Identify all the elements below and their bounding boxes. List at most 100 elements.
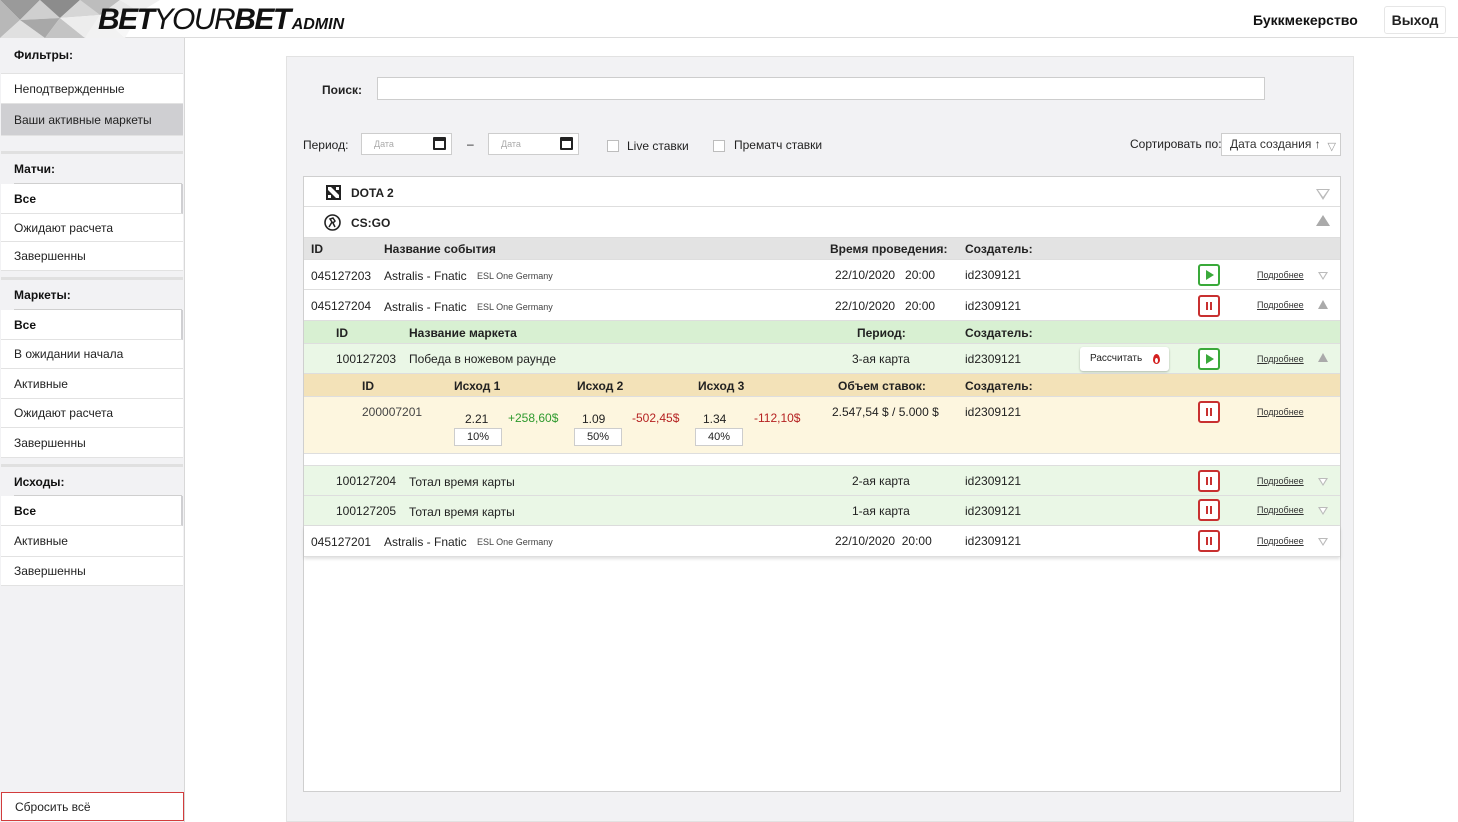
- event-name: Astralis - Fnatic: [384, 535, 467, 549]
- bookmaker-link[interactable]: Буккмекерство: [1253, 12, 1358, 28]
- outcomes-finished[interactable]: Завершенны: [1, 557, 183, 586]
- outcomes-active[interactable]: Активные: [1, 526, 183, 557]
- section-divider: [1, 464, 183, 467]
- details-link[interactable]: Подробнее: [1257, 300, 1304, 310]
- pause-button[interactable]: [1198, 530, 1220, 552]
- date-from-placeholder: Дата: [374, 139, 394, 149]
- section-divider: [1, 151, 183, 154]
- markets-title: Маркеты:: [14, 288, 71, 302]
- matches-awaiting-settlement[interactable]: Ожидают расчета: [1, 214, 183, 242]
- expand-icon[interactable]: [1318, 538, 1328, 546]
- col-outcome-id: ID: [362, 379, 374, 393]
- collapse-icon[interactable]: [1318, 353, 1328, 362]
- play-button[interactable]: [1198, 264, 1220, 286]
- markets-all[interactable]: Все: [1, 310, 183, 340]
- search-input[interactable]: [377, 77, 1265, 100]
- outcome-1-percent[interactable]: 10%: [454, 428, 502, 446]
- sort-value: Дата создания ↑: [1230, 137, 1321, 151]
- market-creator: id2309121: [965, 504, 1022, 518]
- date-to-field[interactable]: Дата: [488, 133, 579, 155]
- date-to-placeholder: Дата: [501, 139, 521, 149]
- details-link[interactable]: Подробнее: [1257, 476, 1304, 486]
- expand-icon[interactable]: [1318, 507, 1328, 515]
- markets-finished[interactable]: Завершенны: [1, 428, 183, 458]
- prematch-bets-checkbox[interactable]: [713, 140, 725, 152]
- collapse-icon[interactable]: [1318, 300, 1328, 309]
- expand-icon[interactable]: [1318, 478, 1328, 486]
- collapse-icon[interactable]: [1316, 215, 1330, 226]
- pause-button[interactable]: [1198, 401, 1220, 423]
- play-button[interactable]: [1198, 348, 1220, 370]
- market-id: 100127205: [336, 504, 397, 518]
- filter-active-markets[interactable]: Ваши активные маркеты: [1, 104, 183, 136]
- sort-select[interactable]: Дата создания ↑ ▽: [1221, 133, 1341, 156]
- markets-active[interactable]: Активные: [1, 369, 183, 399]
- event-datetime: 22/10/2020 20:00: [835, 268, 936, 282]
- outcome-3-odds: 1.34: [703, 412, 727, 426]
- matches-all[interactable]: Все: [1, 184, 183, 214]
- calendar-icon[interactable]: [433, 137, 446, 150]
- outcome-3-profit: -112,10$: [754, 411, 801, 425]
- col-market-id: ID: [336, 326, 348, 340]
- details-link[interactable]: Подробнее: [1257, 505, 1304, 515]
- market-creator: id2309121: [965, 352, 1022, 366]
- calendar-icon[interactable]: [560, 137, 573, 150]
- logo-bet: BET: [98, 3, 155, 36]
- market-period: 1-ая карта: [852, 504, 910, 518]
- date-from-field[interactable]: Дата: [361, 133, 452, 155]
- pause-button[interactable]: [1198, 499, 1220, 521]
- table-row: 045127203 Astralis - Fnatic ESL One Germ…: [304, 260, 1340, 290]
- game-row-csgo[interactable]: CS:GO: [304, 207, 1340, 238]
- details-link[interactable]: Подробнее: [1257, 407, 1304, 417]
- outcome-3-percent[interactable]: 40%: [695, 428, 743, 446]
- expand-icon[interactable]: [1318, 272, 1328, 280]
- details-link[interactable]: Подробнее: [1257, 536, 1304, 546]
- details-link[interactable]: Подробнее: [1257, 354, 1304, 364]
- event-id: 045127204: [311, 299, 372, 313]
- col-event-time: Время проведения:: [830, 242, 948, 256]
- outcomes-all[interactable]: Все: [1, 496, 183, 526]
- period-label: Период:: [303, 138, 349, 152]
- col-outcome-creator: Создатель:: [965, 379, 1033, 393]
- outcome-2-percent[interactable]: 50%: [574, 428, 622, 446]
- reset-filters-button[interactable]: Сбросить всё: [1, 792, 184, 821]
- col-outcome-3: Исход 3: [698, 379, 745, 393]
- calculate-button[interactable]: Рассчитать: [1080, 347, 1169, 371]
- pause-button[interactable]: [1198, 295, 1220, 317]
- logo-admin: ADMIN: [291, 16, 345, 33]
- filter-unconfirmed[interactable]: Неподтвержденные: [1, 73, 183, 104]
- section-divider: [1, 277, 183, 280]
- market-name: Тотал время карты: [409, 505, 515, 519]
- col-creator: Создатель:: [965, 242, 1033, 256]
- markets-header-row: ID Название маркета Период: Создатель:: [304, 321, 1340, 344]
- market-period: 2-ая карта: [852, 474, 910, 488]
- filters-title: Фильтры:: [14, 48, 74, 62]
- events-table: DOTA 2 CS:GO ID Название события Время п…: [303, 176, 1341, 792]
- event-creator: id2309121: [965, 299, 1022, 313]
- col-market-name: Название маркета: [409, 326, 517, 340]
- event-tournament: ESL One Germany: [477, 537, 553, 547]
- matches-title: Матчи:: [14, 162, 56, 176]
- col-event-name: Название события: [384, 242, 496, 256]
- csgo-icon: [324, 214, 341, 231]
- matches-finished[interactable]: Завершенны: [1, 242, 183, 271]
- event-datetime: 22/10/2020 20:00: [835, 534, 932, 548]
- event-tournament: ESL One Germany: [477, 302, 553, 312]
- market-name: Победа в ножевом раунде: [409, 352, 557, 366]
- events-header-row: ID Название события Время проведения: Со…: [304, 238, 1340, 260]
- market-name: Тотал время карты: [409, 475, 515, 489]
- market-creator: id2309121: [965, 474, 1022, 488]
- logo-bet2: BET: [234, 3, 291, 36]
- col-outcome-2: Исход 2: [577, 379, 624, 393]
- expand-icon[interactable]: [1316, 189, 1330, 200]
- markets-pending-start[interactable]: В ожидании начала: [1, 340, 183, 369]
- chevron-down-icon: ▽: [1327, 141, 1336, 153]
- details-link[interactable]: Подробнее: [1257, 270, 1304, 280]
- brand-logo[interactable]: BETYOURBET ADMIN: [98, 3, 344, 37]
- game-row-dota[interactable]: DOTA 2: [304, 177, 1340, 207]
- event-creator: id2309121: [965, 268, 1022, 282]
- logout-button[interactable]: Выход: [1384, 6, 1446, 34]
- live-bets-checkbox[interactable]: [607, 140, 619, 152]
- pause-button[interactable]: [1198, 470, 1220, 492]
- markets-awaiting-settlement[interactable]: Ожидают расчета: [1, 399, 183, 428]
